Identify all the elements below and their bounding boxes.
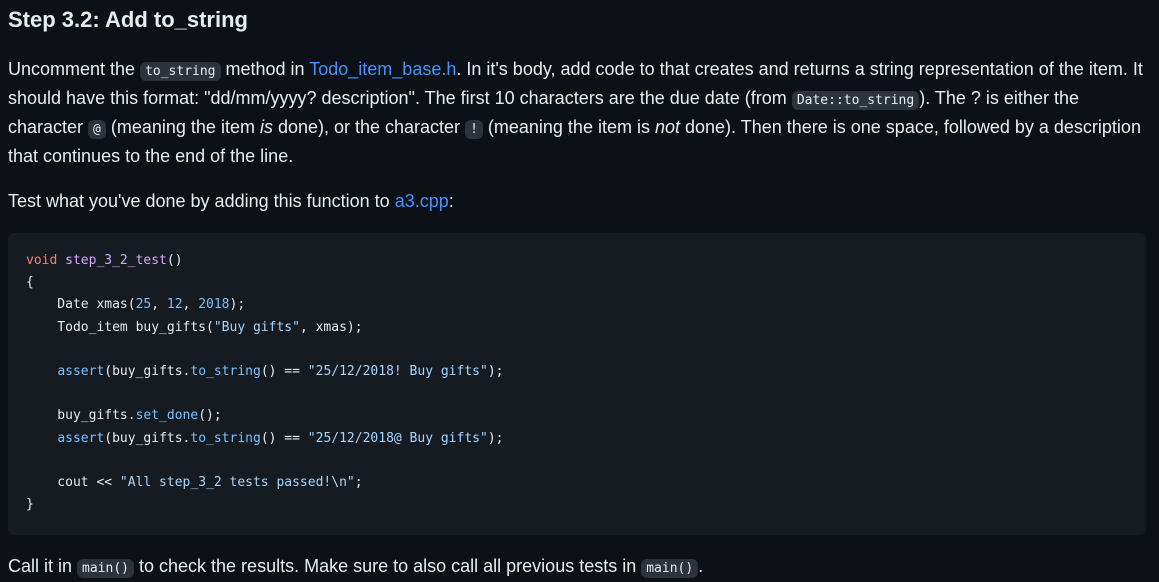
code-line: buy_gifts.set_done(); bbox=[26, 408, 222, 424]
code-line: void step_3_2_test() bbox=[26, 253, 183, 268]
inline-code: @ bbox=[88, 120, 106, 139]
text: method in bbox=[220, 59, 310, 79]
code-line: { bbox=[26, 275, 34, 291]
inline-code: ! bbox=[465, 120, 483, 139]
test-paragraph: Test what you've done by adding this fun… bbox=[8, 188, 1148, 215]
text: . bbox=[698, 556, 704, 576]
document: Step 3.2: Add to_string Uncomment the to… bbox=[0, 0, 1159, 582]
call-paragraph: Call it in main() to check the results. … bbox=[8, 553, 1148, 582]
inline-code: main() bbox=[641, 559, 699, 578]
emphasis: is bbox=[259, 117, 273, 137]
text: : bbox=[448, 191, 454, 211]
instructions-paragraph: Uncomment the to_string method in Todo_i… bbox=[8, 56, 1148, 170]
inline-code: Date::to_string bbox=[791, 91, 920, 110]
section-heading: Step 3.2: Add to_string bbox=[8, 7, 248, 32]
text: (meaning the item bbox=[105, 117, 260, 137]
emphasis: not bbox=[654, 117, 680, 137]
code-line: cout << "All step_3_2 tests passed!\n"; bbox=[26, 474, 363, 490]
text: (meaning the item is bbox=[482, 117, 655, 137]
code-block[interactable]: void step_3_2_test() { Date xmas(25, 12, … bbox=[8, 233, 1146, 535]
inline-code: to_string bbox=[140, 62, 221, 81]
text: Uncomment the bbox=[8, 59, 141, 79]
text: Test what you've done by adding this fun… bbox=[8, 191, 395, 211]
code-line: assert(buy_gifts.to_string() == "25/12/2… bbox=[57, 430, 504, 446]
code-line: } bbox=[26, 497, 34, 513]
a3-cpp-link[interactable]: a3.cpp bbox=[395, 191, 449, 211]
todo-item-base-link[interactable]: Todo_item_base.h bbox=[309, 59, 456, 79]
code-line: assert(buy_gifts.to_string() == "25/12/2… bbox=[57, 363, 504, 379]
text: to check the results. Make sure to also … bbox=[134, 556, 642, 576]
code-line: Date xmas(25, 12, 2018); bbox=[26, 297, 246, 313]
text: done), or the character bbox=[272, 117, 466, 137]
inline-code: main() bbox=[77, 559, 134, 578]
code-line: Todo_item buy_gifts("Buy gifts", xmas); bbox=[26, 319, 363, 335]
text: Call it in bbox=[8, 556, 78, 576]
